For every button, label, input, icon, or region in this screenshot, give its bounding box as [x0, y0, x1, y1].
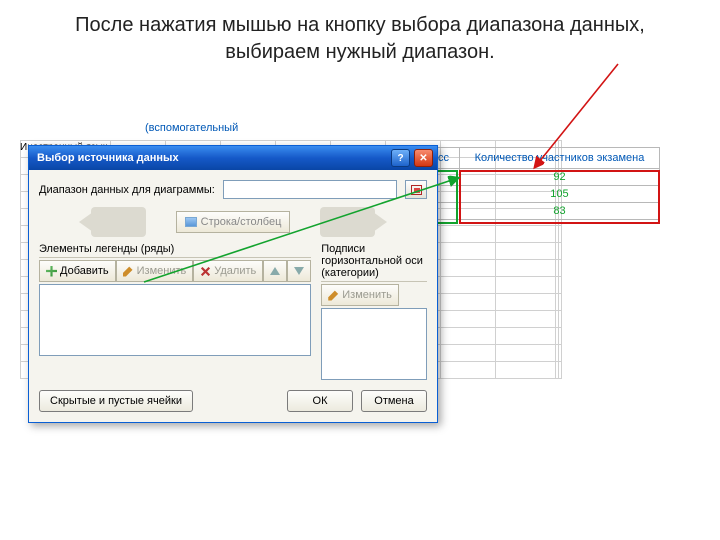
- cell-count[interactable]: 83: [459, 203, 659, 220]
- arrow-up-icon: [270, 267, 280, 275]
- table-row[interactable]: 9 83: [409, 203, 660, 220]
- col-header-count: Количество участников экзамена: [459, 148, 659, 169]
- remove-series-button[interactable]: Удалить: [193, 260, 263, 282]
- arrow-left-icon: [91, 207, 146, 237]
- chart-data-range-input[interactable]: [223, 180, 397, 199]
- ok-button[interactable]: ОК: [287, 390, 353, 412]
- switch-icon: [185, 217, 197, 227]
- arrow-down-icon: [294, 267, 304, 275]
- plus-icon: [46, 266, 57, 277]
- move-up-button[interactable]: [263, 260, 287, 282]
- sheet-data-table[interactable]: Класс Количество участников экзамена 1 9…: [408, 147, 660, 220]
- legend-series-list[interactable]: [39, 284, 311, 356]
- range-label: Диапазон данных для диаграммы:: [39, 184, 215, 196]
- range-picker-button[interactable]: [405, 180, 427, 199]
- cell-count[interactable]: 105: [459, 186, 659, 203]
- cell-count[interactable]: 92: [459, 169, 659, 186]
- help-button[interactable]: ?: [391, 149, 410, 167]
- table-row[interactable]: 5 105: [409, 186, 660, 203]
- range-picker-icon: [411, 185, 422, 195]
- x-icon: [198, 263, 214, 279]
- pencil-icon: [123, 266, 134, 277]
- pencil-icon: [328, 290, 339, 301]
- arrow-right-icon: [320, 207, 375, 237]
- axis-labels-list[interactable]: [321, 308, 427, 380]
- table-row[interactable]: 1 92: [409, 169, 660, 186]
- switch-row-column-button[interactable]: Строка/столбец: [176, 211, 291, 233]
- aux-column-header: (вспомогательный: [145, 122, 238, 134]
- cancel-button[interactable]: Отмена: [361, 390, 427, 412]
- close-button[interactable]: ✕: [414, 149, 433, 167]
- slide-title: После нажатия мышью на кнопку выбора диа…: [0, 0, 720, 66]
- move-down-button[interactable]: [287, 260, 311, 282]
- edit-axis-labels-button[interactable]: Изменить: [321, 284, 399, 306]
- hidden-empty-cells-button[interactable]: Скрытые и пустые ячейки: [39, 390, 193, 412]
- select-data-source-dialog: Выбор источника данных ? ✕ Диапазон данн…: [28, 145, 438, 423]
- dialog-titlebar[interactable]: Выбор источника данных ? ✕: [29, 146, 437, 170]
- axis-panel-label: Подписи горизонтальной оси (категории): [321, 243, 427, 282]
- dialog-title: Выбор источника данных: [37, 152, 179, 164]
- legend-panel-label: Элементы легенды (ряды): [39, 243, 311, 258]
- add-series-button[interactable]: Добавить: [39, 260, 116, 282]
- edit-series-button[interactable]: Изменить: [116, 260, 194, 282]
